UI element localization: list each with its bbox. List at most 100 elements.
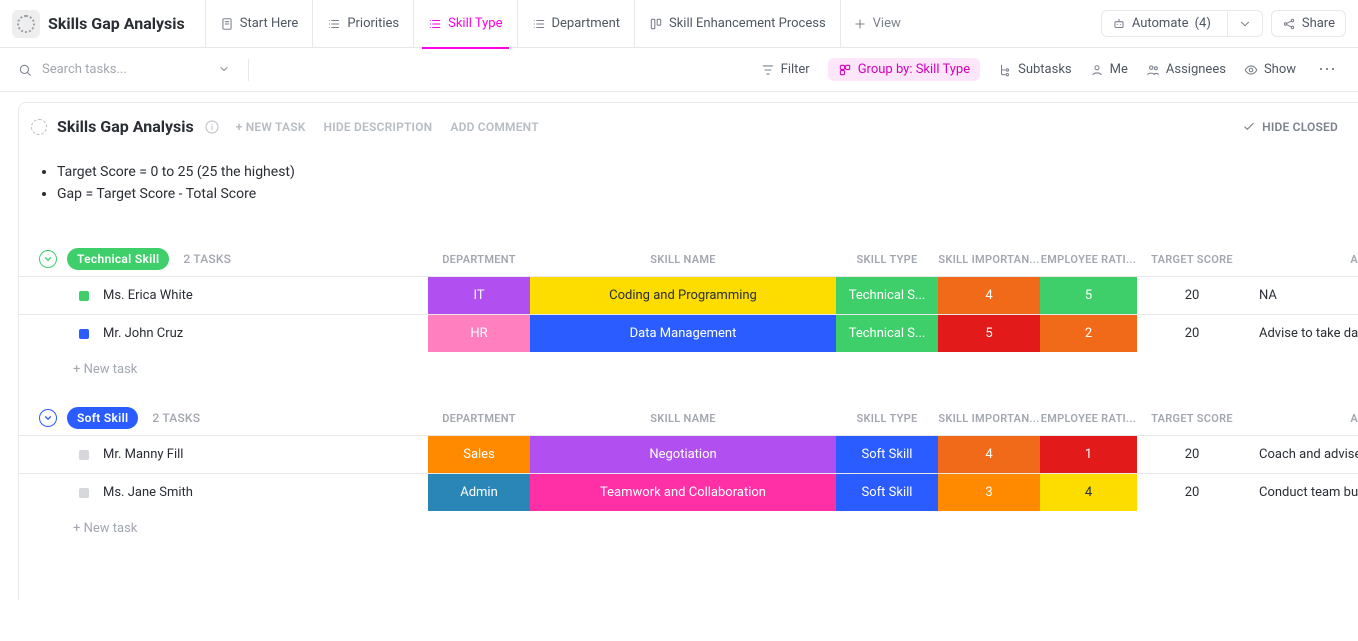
cell-target[interactable]: 20 [1137,315,1247,352]
cell-importance[interactable]: 5 [938,315,1040,352]
col-target-score[interactable]: TARGET SCORE [1137,242,1247,276]
add-view-button[interactable]: View [840,0,913,48]
new-task-button[interactable]: + NEW TASK [236,120,306,134]
col-skill-name[interactable]: SKILL NAME [530,401,836,435]
status-square-icon [79,488,89,498]
col-skill-type[interactable]: SKILL TYPE [836,401,938,435]
share-button[interactable]: Share [1271,10,1346,37]
col-employee-rating[interactable]: EMPLOYEE RATI... [1040,401,1137,435]
hide-closed-label: HIDE CLOSED [1262,120,1338,134]
description-list: Target Score = 0 to 25 (25 the highest) … [19,156,1358,226]
plus-icon [853,17,867,31]
cell-rating[interactable]: 1 [1040,436,1137,473]
share-label: Share [1302,16,1335,31]
person-icon [1090,63,1104,77]
chevron-down-icon [43,413,53,423]
add-comment-button[interactable]: ADD COMMENT [450,120,538,134]
cell-skill-name[interactable]: Coding and Programming [530,277,836,314]
subtasks-button[interactable]: Subtasks [998,62,1072,77]
tab-department[interactable]: Department [517,0,635,48]
task-name-cell[interactable]: Ms. Erica White [19,277,428,314]
cell-rating[interactable]: 4 [1040,474,1137,511]
group-task-count: 2 TASKS [152,411,200,425]
cell-advice[interactable]: Coach and advise to take [1247,436,1358,473]
col-target-score[interactable]: TARGET SCORE [1137,401,1247,435]
board-icon [649,17,663,31]
cell-target[interactable]: 20 [1137,277,1247,314]
cell-skill-type[interactable]: Technical S... [836,315,938,352]
section-title: Skills Gap Analysis [57,117,194,136]
table-row[interactable]: Ms. Erica White IT Coding and Programmin… [19,276,1358,314]
col-skill-importance[interactable]: SKILL IMPORTAN... [938,401,1040,435]
filter-label: Filter [781,62,810,77]
automate-button[interactable]: Automate (4) [1101,10,1263,37]
view-tabs: Start Here Priorities Skill Type Departm… [205,0,913,48]
automate-dropdown[interactable] [1227,12,1262,36]
table-row[interactable]: Mr. John Cruz HR Data Management Technic… [19,314,1358,352]
cell-skill-name[interactable]: Teamwork and Collaboration [530,474,836,511]
table-row[interactable]: Mr. Manny Fill Sales Negotiation Soft Sk… [19,435,1358,473]
filter-button[interactable]: Filter [761,62,810,77]
new-task-link[interactable]: + New task [19,511,1358,536]
cell-rating[interactable]: 2 [1040,315,1137,352]
divider [248,59,249,81]
tab-label: Department [552,16,621,31]
group-soft-skill: Soft Skill 2 TASKS DEPARTMENT SKILL NAME… [19,401,1358,560]
task-name-cell[interactable]: Mr. Manny Fill [19,436,428,473]
cell-skill-type[interactable]: Technical S... [836,277,938,314]
group-pill[interactable]: Soft Skill [67,407,138,429]
cell-skill-type[interactable]: Soft Skill [836,474,938,511]
cell-target[interactable]: 20 [1137,436,1247,473]
group-by-button[interactable]: Group by: Skill Type [828,58,980,81]
col-employee-rating[interactable]: EMPLOYEE RATI... [1040,242,1137,276]
list-icon [532,17,546,31]
col-advice[interactable]: A [1247,401,1358,435]
more-button[interactable]: ⋯ [1314,59,1340,80]
status-circle-icon [31,119,47,135]
cell-department[interactable]: HR [428,315,530,352]
search-icon [18,63,32,77]
cell-importance[interactable]: 4 [938,436,1040,473]
cell-skill-name[interactable]: Data Management [530,315,836,352]
group-pill[interactable]: Technical Skill [67,248,169,270]
description-bullet: Target Score = 0 to 25 (25 the highest) [57,164,1358,180]
task-name-cell[interactable]: Ms. Jane Smith [19,474,428,511]
cell-department[interactable]: IT [428,277,530,314]
cell-importance[interactable]: 4 [938,277,1040,314]
col-advice[interactable]: A [1247,242,1358,276]
cell-advice[interactable]: Advise to take data mana [1247,315,1358,352]
me-button[interactable]: Me [1090,62,1128,77]
task-name-cell[interactable]: Mr. John Cruz [19,315,428,352]
tab-skill-enhancement[interactable]: Skill Enhancement Process [634,0,840,48]
cell-rating[interactable]: 5 [1040,277,1137,314]
cell-skill-type[interactable]: Soft Skill [836,436,938,473]
cell-advice[interactable]: Conduct team building ac [1247,474,1358,511]
cell-skill-name[interactable]: Negotiation [530,436,836,473]
cell-importance[interactable]: 3 [938,474,1040,511]
collapse-toggle[interactable] [39,409,57,427]
cell-department[interactable]: Sales [428,436,530,473]
hide-description-button[interactable]: HIDE DESCRIPTION [324,120,433,134]
cell-advice[interactable]: NA [1247,277,1358,314]
search-dropdown[interactable] [218,60,230,79]
tab-priorities[interactable]: Priorities [312,0,413,48]
search-input[interactable] [40,61,210,78]
tab-skill-type[interactable]: Skill Type [413,0,516,48]
show-button[interactable]: Show [1244,62,1296,77]
col-skill-type[interactable]: SKILL TYPE [836,242,938,276]
col-department[interactable]: DEPARTMENT [428,242,530,276]
col-department[interactable]: DEPARTMENT [428,401,530,435]
col-skill-importance[interactable]: SKILL IMPORTAN... [938,242,1040,276]
cell-department[interactable]: Admin [428,474,530,511]
new-task-link[interactable]: + New task [19,352,1358,377]
hide-closed-button[interactable]: HIDE CLOSED [1242,120,1338,134]
col-skill-name[interactable]: SKILL NAME [530,242,836,276]
me-label: Me [1110,62,1128,77]
cell-target[interactable]: 20 [1137,474,1247,511]
table-row[interactable]: Ms. Jane Smith Admin Teamwork and Collab… [19,473,1358,511]
tab-start-here[interactable]: Start Here [205,0,313,48]
group-header: Soft Skill 2 TASKS [19,401,428,435]
page-title: Skills Gap Analysis [48,14,185,33]
collapse-toggle[interactable] [39,250,57,268]
assignees-button[interactable]: Assignees [1146,62,1226,77]
